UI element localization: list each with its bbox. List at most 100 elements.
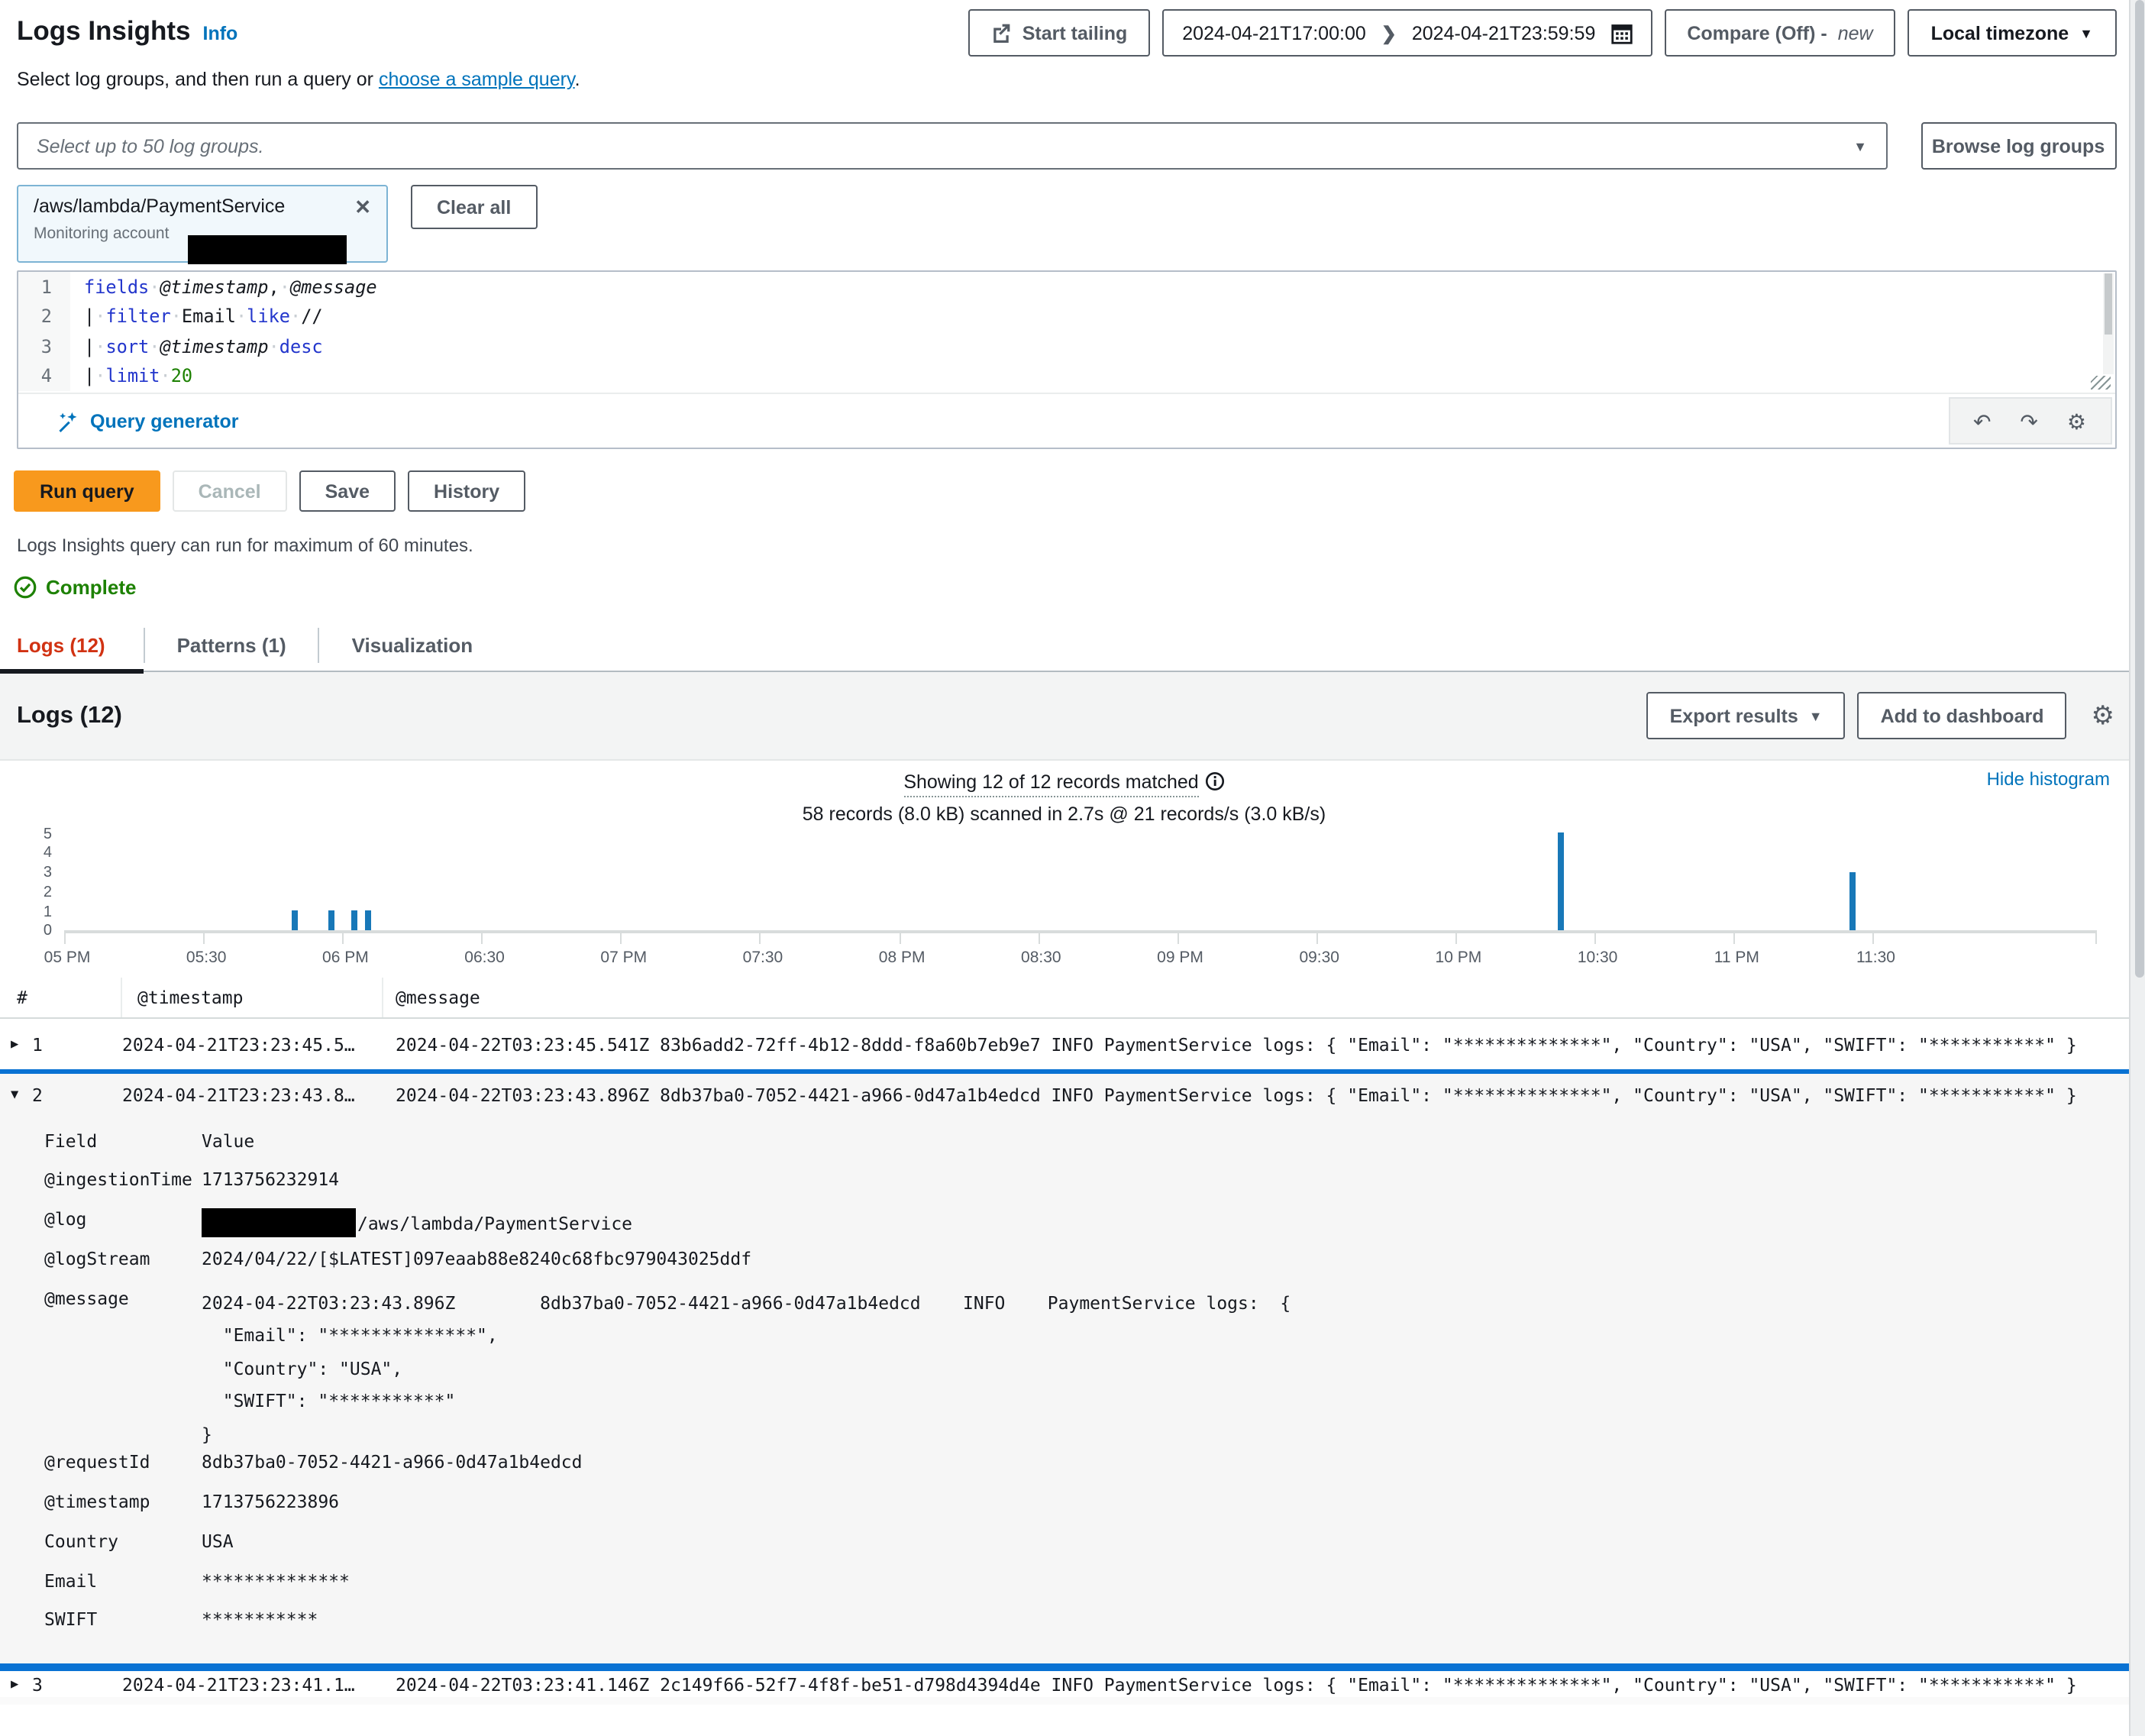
expand-row-icon[interactable]: ▶ bbox=[0, 1036, 32, 1052]
whitespace-dot: · bbox=[171, 306, 182, 328]
redo-icon[interactable]: ↷ bbox=[2020, 410, 2037, 432]
chevron-down-icon: ▼ bbox=[2079, 25, 2093, 40]
run-query-button[interactable]: Run query bbox=[14, 470, 160, 512]
detail-row: @ingestionTime1713756232914 bbox=[0, 1169, 2128, 1209]
editor-line[interactable]: 1fields·@timestamp,·@message bbox=[18, 272, 2114, 302]
whitespace-dot: · bbox=[236, 306, 247, 328]
col-header-message: @message bbox=[383, 978, 2128, 1017]
query-status: Complete bbox=[14, 576, 2128, 599]
row-timestamp: 2024-04-21T23:23:45.5… bbox=[122, 1033, 383, 1055]
editor-settings-gear-icon[interactable]: ⚙ bbox=[2067, 410, 2086, 432]
log-group-select[interactable]: Select up to 50 log groups. ▼ bbox=[17, 122, 1887, 170]
query-editor-body[interactable]: 1fields·@timestamp,·@message2|·filter·Em… bbox=[18, 272, 2114, 394]
tab-patterns[interactable]: Patterns (1) bbox=[145, 620, 318, 671]
x-axis-end-tick bbox=[2095, 933, 2097, 944]
save-button[interactable]: Save bbox=[299, 470, 396, 512]
x-axis-tick bbox=[1038, 933, 1039, 944]
detail-message-line: "SWIFT": "***********" bbox=[202, 1385, 2128, 1418]
check-circle-icon bbox=[14, 576, 37, 599]
detail-field-value: *********** bbox=[202, 1609, 2128, 1631]
date-start[interactable]: 2024-04-21T17:00:00 bbox=[1182, 22, 1365, 44]
date-end[interactable]: 2024-04-21T23:59:59 bbox=[1412, 22, 1595, 44]
x-axis-tick bbox=[482, 933, 483, 944]
magic-wand-icon bbox=[58, 410, 79, 432]
x-axis-tick-label: 09:30 bbox=[1299, 949, 1339, 967]
sample-query-link[interactable]: choose a sample query bbox=[379, 69, 575, 90]
editor-code: |·limit·20 bbox=[70, 366, 192, 387]
timezone-dropdown[interactable]: Local timezone ▼ bbox=[1908, 9, 2116, 57]
info-circle-icon[interactable] bbox=[1205, 771, 1225, 791]
results-settings-gear-icon[interactable]: ⚙ bbox=[2092, 700, 2115, 731]
row-message: 2024-04-22T03:23:43.896Z 8db37ba0-7052-4… bbox=[383, 1085, 2128, 1106]
editor-resize-handle[interactable] bbox=[2090, 376, 2110, 390]
page-scrollbar-thumb[interactable] bbox=[2134, 0, 2143, 978]
query-editor[interactable]: 1fields·@timestamp,·@message2|·filter·Em… bbox=[17, 270, 2116, 449]
redacted-account-prefix bbox=[202, 1208, 356, 1237]
detail-row: @log/aws/lambda/PaymentService bbox=[0, 1208, 2128, 1248]
x-axis-tick bbox=[899, 933, 900, 944]
date-range-picker[interactable]: 2024-04-21T17:00:00 ❯ 2024-04-21T23:59:5… bbox=[1162, 9, 1652, 57]
line-number: 4 bbox=[18, 361, 70, 391]
tab-visualization[interactable]: Visualization bbox=[320, 620, 505, 671]
undo-icon[interactable]: ↶ bbox=[1973, 410, 1991, 432]
line-number: 2 bbox=[18, 302, 70, 331]
detail-row: SWIFT*********** bbox=[0, 1609, 2128, 1649]
detail-message-lines: 2024-04-22T03:23:43.896Z 8db37ba0-7052-4… bbox=[202, 1287, 2128, 1451]
x-axis-tick-label: 11 PM bbox=[1714, 949, 1759, 967]
browse-log-groups-button[interactable]: Browse log groups bbox=[1920, 122, 2116, 170]
compare-new-label: new bbox=[1838, 22, 1873, 44]
y-axis-tick-label: 5 bbox=[12, 827, 52, 842]
x-axis-tick bbox=[1594, 933, 1596, 944]
results-panel-title: Logs (12) bbox=[17, 702, 122, 729]
info-link[interactable]: Info bbox=[203, 23, 238, 44]
page-title: Logs Insights bbox=[17, 15, 191, 47]
tab-logs[interactable]: Logs (12) bbox=[0, 620, 144, 671]
scan-stats-text: 58 records (8.0 kB) scanned in 2.7s @ 21… bbox=[0, 803, 2128, 825]
x-axis-tick-label: 10:30 bbox=[1578, 949, 1618, 967]
editor-toolbar: ↶ ↷ ⚙ bbox=[1948, 397, 2111, 445]
clear-all-button[interactable]: Clear all bbox=[411, 185, 537, 229]
expand-row-icon[interactable]: ▶ bbox=[0, 1676, 32, 1692]
table-row[interactable]: ▶32024-04-21T23:23:41.1…2024-04-22T03:23… bbox=[0, 1671, 2128, 1697]
export-results-button[interactable]: Export results ▼ bbox=[1647, 692, 1846, 739]
table-row[interactable]: ▶12024-04-21T23:23:45.5…2024-04-22T03:23… bbox=[0, 1019, 2128, 1069]
detail-log-path: /aws/lambda/PaymentService bbox=[357, 1213, 632, 1234]
hide-histogram-link[interactable]: Hide histogram bbox=[1987, 768, 2110, 790]
detail-value-header: Value bbox=[202, 1130, 2128, 1151]
editor-line[interactable]: 3|·sort·@timestamp·desc bbox=[18, 331, 2114, 361]
query-generator-link[interactable]: Query generator bbox=[58, 410, 239, 432]
page-scrollbar[interactable] bbox=[2128, 0, 2145, 1736]
x-axis-tick bbox=[1455, 933, 1457, 944]
table-row[interactable]: ▼22024-04-21T23:23:43.8…2024-04-22T03:23… bbox=[0, 1073, 2128, 1117]
chevron-down-icon[interactable]: ▼ bbox=[1853, 138, 1867, 154]
row-timestamp: 2024-04-21T23:23:41.1… bbox=[122, 1673, 383, 1695]
x-axis-tick-label: 05:30 bbox=[186, 949, 227, 967]
whitespace-dot: · bbox=[95, 366, 105, 387]
editor-scrollbar[interactable] bbox=[2102, 273, 2113, 374]
calendar-icon[interactable] bbox=[1610, 22, 1632, 44]
redacted-account-id bbox=[188, 234, 347, 264]
expanded-row-detail: FieldValue@ingestionTime1713756232914@lo… bbox=[0, 1117, 2128, 1663]
detail-header: FieldValue bbox=[0, 1130, 2128, 1169]
line-number: 3 bbox=[18, 331, 70, 361]
editor-line[interactable]: 4|·limit·20 bbox=[18, 361, 2114, 391]
editor-line[interactable]: 2|·filter·Email·like·// bbox=[18, 302, 2114, 331]
detail-field-label: @timestamp bbox=[0, 1491, 202, 1512]
collapse-row-icon[interactable]: ▼ bbox=[0, 1088, 32, 1103]
remove-log-group-icon[interactable]: ✕ bbox=[354, 196, 371, 216]
start-tailing-button[interactable]: Start tailing bbox=[969, 9, 1151, 57]
y-axis-tick-label: 4 bbox=[12, 847, 52, 862]
histogram-bar bbox=[366, 910, 372, 930]
log-group-name: /aws/lambda/PaymentService bbox=[34, 196, 285, 217]
compare-button[interactable]: Compare (Off) - new bbox=[1664, 9, 1895, 57]
cancel-button[interactable]: Cancel bbox=[173, 470, 287, 512]
detail-field-value: 2024/04/22/[$LATEST]097eaab88e8240c68fbc… bbox=[202, 1248, 2128, 1269]
detail-row: Email************** bbox=[0, 1570, 2128, 1609]
x-axis-tick-label: 08:30 bbox=[1021, 949, 1061, 967]
detail-field-value: 1713756223896 bbox=[202, 1491, 2128, 1512]
detail-field-value: 1713756232914 bbox=[202, 1169, 2128, 1191]
add-to-dashboard-button[interactable]: Add to dashboard bbox=[1858, 692, 2067, 739]
whitespace-dot: · bbox=[160, 366, 170, 387]
x-axis-line bbox=[64, 930, 2096, 933]
history-button[interactable]: History bbox=[408, 470, 525, 512]
